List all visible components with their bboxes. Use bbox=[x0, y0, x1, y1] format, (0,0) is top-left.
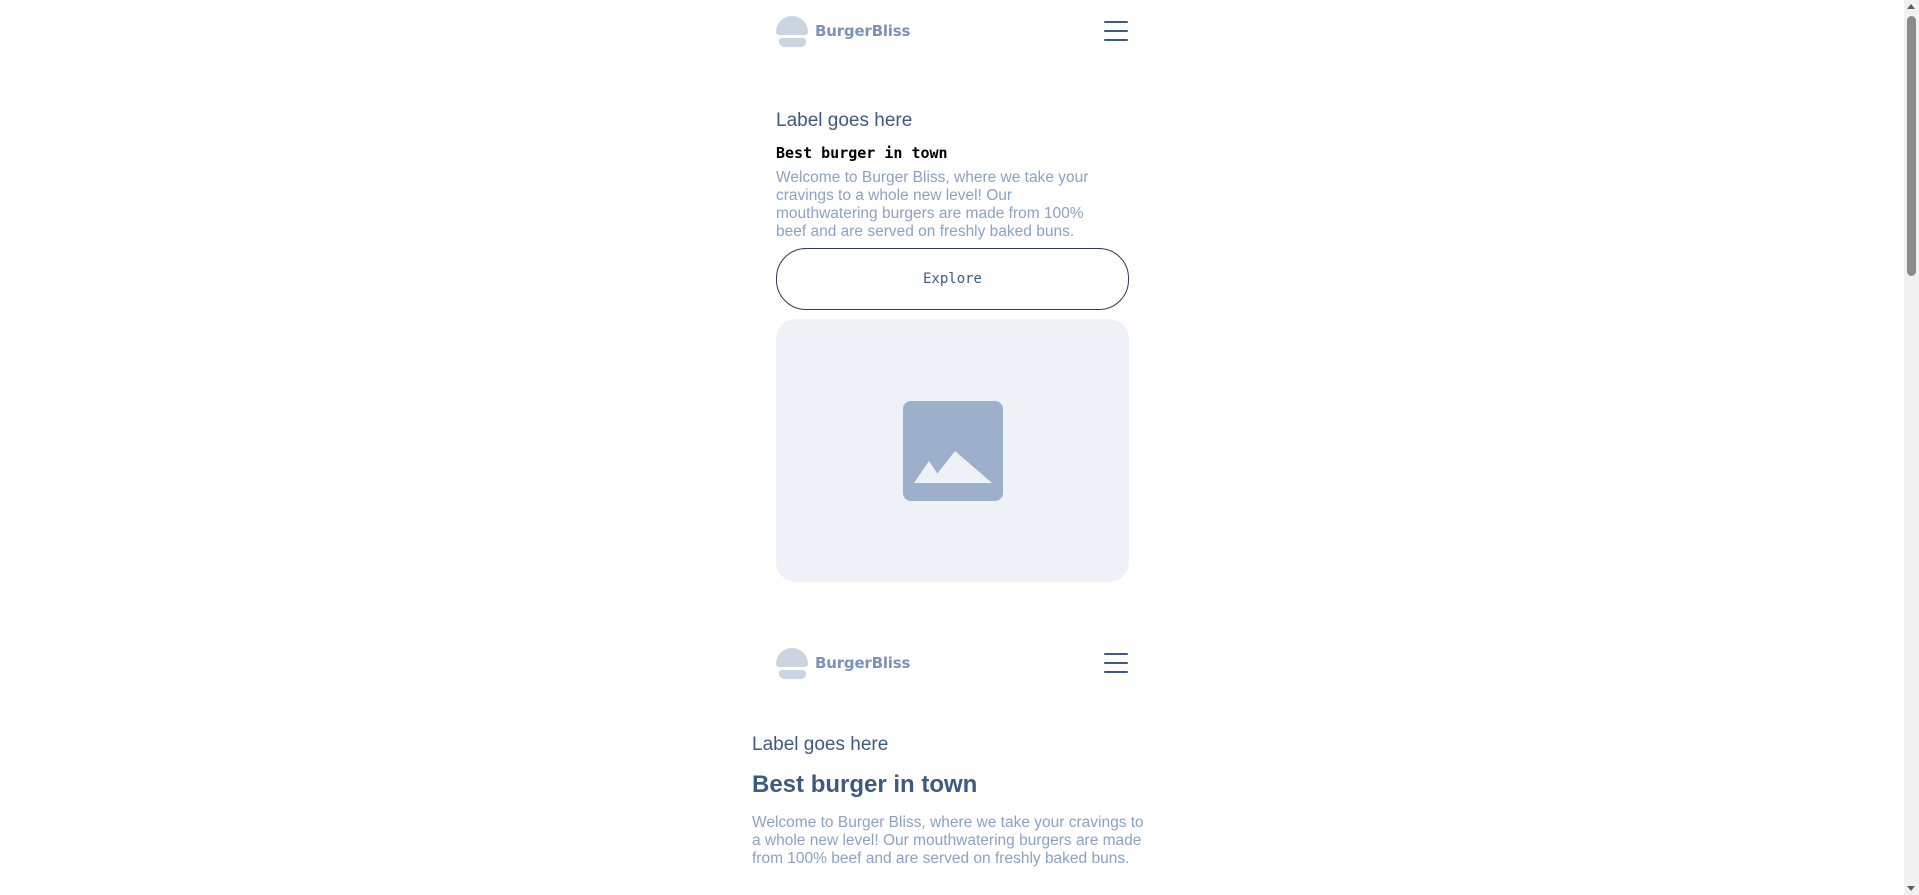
hamburger-menu-icon[interactable] bbox=[1104, 653, 1128, 673]
burger-logo-icon bbox=[776, 15, 808, 47]
page: BurgerBliss Label goes here Best burger … bbox=[0, 0, 1919, 895]
hero-description: Welcome to Burger Bliss, where we take y… bbox=[752, 814, 1144, 867]
hero-title: Best burger in town bbox=[752, 771, 978, 798]
site-header: BurgerBliss bbox=[776, 14, 1129, 48]
explore-button[interactable]: Explore bbox=[776, 248, 1129, 310]
hero-description: Welcome to Burger Bliss, where we take y… bbox=[776, 169, 1089, 240]
image-placeholder-icon bbox=[902, 400, 1003, 501]
brand[interactable]: BurgerBliss bbox=[776, 15, 911, 47]
hero-title: Best burger in town bbox=[776, 144, 948, 162]
burger-logo-icon bbox=[776, 647, 808, 679]
hero-label: Label goes here bbox=[776, 110, 913, 131]
site-header-secondary: BurgerBliss bbox=[776, 646, 1129, 680]
scroll-up-arrow-icon[interactable] bbox=[1907, 4, 1915, 9]
scroll-down-arrow-icon[interactable] bbox=[1907, 886, 1915, 891]
hamburger-menu-icon[interactable] bbox=[1104, 21, 1128, 41]
brand-name: BurgerBliss bbox=[815, 654, 911, 672]
scrollbar-thumb[interactable] bbox=[1907, 16, 1916, 276]
vertical-scrollbar[interactable] bbox=[1904, 0, 1919, 895]
hero-section-secondary: Label goes here Best burger in town Welc… bbox=[752, 732, 1152, 868]
hero-section: Label goes here Best burger in town Welc… bbox=[776, 108, 1129, 310]
brand-name: BurgerBliss bbox=[815, 22, 911, 40]
hero-label: Label goes here bbox=[752, 734, 889, 755]
brand[interactable]: BurgerBliss bbox=[776, 647, 911, 679]
hero-image-placeholder bbox=[776, 319, 1129, 582]
